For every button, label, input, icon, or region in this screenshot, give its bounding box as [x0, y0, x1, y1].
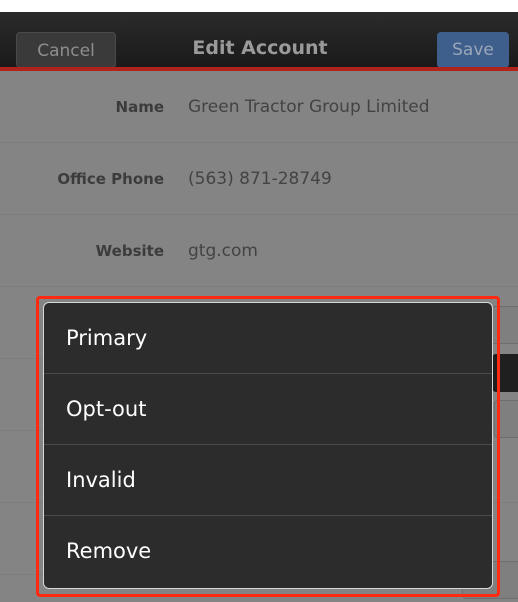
page-title: Edit Account	[192, 37, 328, 59]
cancel-button[interactable]: Cancel	[16, 32, 116, 68]
top-strip	[0, 0, 518, 12]
navigation-bar: Cancel Edit Account Save	[0, 12, 518, 68]
highlight-box	[36, 296, 500, 597]
save-button[interactable]: Save	[437, 32, 509, 68]
edit-account-screen: Cancel Edit Account Save Name Green Trac…	[0, 0, 518, 602]
